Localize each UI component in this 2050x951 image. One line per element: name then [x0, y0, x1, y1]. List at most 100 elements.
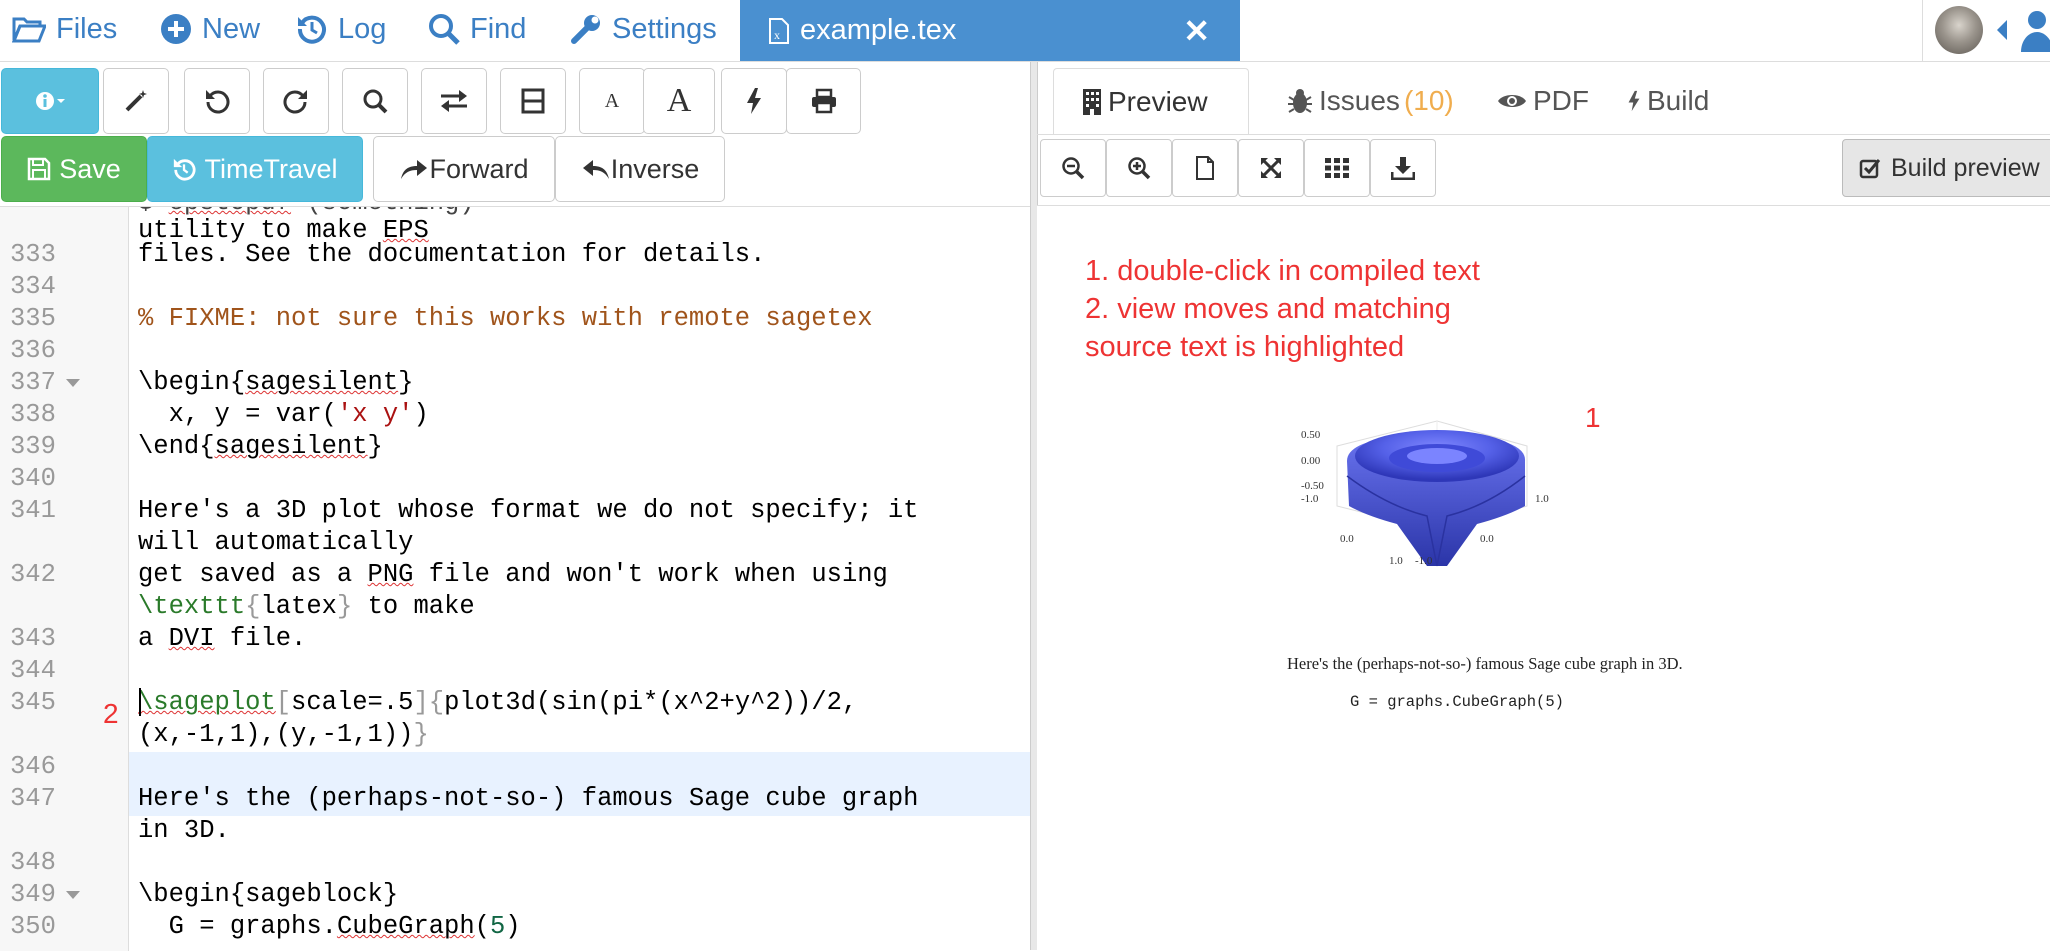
zoom-in-button[interactable]: [1106, 139, 1172, 197]
bolt-icon: [747, 88, 761, 114]
instruction-line: 1. double-click in compiled text: [1085, 255, 1480, 287]
close-tab-icon[interactable]: ✕: [1183, 12, 1210, 50]
nav-find[interactable]: Find: [428, 0, 526, 58]
code-line: 335 % FIXME: not sure this works with re…: [0, 303, 1030, 335]
preview-content[interactable]: 1. double-click in compiled text 2. view…: [1037, 206, 2050, 950]
top-navbar: Files New Log Find Settings x example.te…: [0, 0, 2050, 62]
tab-pdf[interactable]: PDF: [1477, 68, 1607, 134]
preview-pane: Preview Issues (10) PDF Build Build prev…: [1037, 62, 2050, 950]
code-line-wrap: will automatically: [0, 527, 1030, 559]
nav-new[interactable]: New: [160, 0, 260, 58]
search-icon: [363, 89, 388, 114]
avatar[interactable]: [1935, 6, 1983, 54]
timetravel-button[interactable]: TimeTravel: [147, 136, 363, 202]
instructions-annotation: 1. double-click in compiled text 2. view…: [1085, 252, 1480, 366]
font-small-icon: A: [604, 89, 620, 112]
line-number: 339: [10, 432, 56, 461]
inverse-search-button[interactable]: Inverse: [555, 136, 725, 202]
editor-pane: A A Save TimeTravel Forward Inverse $ ep…: [0, 62, 1030, 951]
replace-button[interactable]: [421, 68, 487, 134]
tick-label: 1.0: [1389, 555, 1403, 567]
code-line: 343 a DVI file.: [10, 624, 307, 653]
decrease-font-button[interactable]: A: [579, 68, 645, 134]
user-menu[interactable]: [1922, 0, 2050, 61]
tab-preview[interactable]: Preview: [1053, 68, 1249, 134]
timetravel-label: TimeTravel: [204, 153, 338, 184]
nav-settings-label: Settings: [612, 12, 717, 45]
code-line: 346: [0, 751, 1030, 783]
file-tex-icon: x: [769, 17, 789, 44]
line-text: files. See the documentation for details…: [138, 240, 766, 269]
nav-log[interactable]: Log: [296, 0, 386, 58]
fold-toggle-icon[interactable]: [66, 891, 80, 899]
tick-label: -0.50: [1301, 480, 1324, 492]
line-number: 333: [10, 240, 56, 269]
folder-open-icon: [12, 17, 46, 43]
fold-toggle-icon[interactable]: [66, 379, 80, 387]
info-dropdown-button[interactable]: [1, 68, 99, 134]
floppy-icon: [27, 157, 51, 181]
split-view-button[interactable]: [500, 68, 566, 134]
code-line: 338 x, y = var('x y'): [10, 400, 429, 429]
tab-issues[interactable]: Issues (10): [1265, 68, 1475, 134]
reply-arrow-icon: [582, 160, 609, 179]
forward-search-button[interactable]: Forward: [373, 136, 555, 202]
code-line: 342 get saved as a PNG file and won't wo…: [10, 560, 888, 589]
text-cursor: [139, 688, 141, 716]
tick-label: 0.0: [1340, 533, 1354, 545]
thumbnail-button[interactable]: [1304, 139, 1370, 197]
code-line: 339 \end{sagesilent}: [10, 432, 383, 461]
th-icon: [1325, 158, 1349, 178]
increase-font-button[interactable]: A: [643, 68, 715, 134]
file-icon: [1196, 156, 1214, 180]
instruction-line: 2. view moves and matching: [1085, 293, 1451, 325]
svg-text:x: x: [774, 28, 780, 42]
print-button[interactable]: [786, 68, 861, 134]
line-number: 335: [10, 304, 56, 333]
columns-icon: [521, 88, 545, 114]
zoom-out-button[interactable]: [1040, 139, 1106, 197]
format-button[interactable]: [103, 68, 169, 134]
download-button[interactable]: [1370, 139, 1436, 197]
undo-button[interactable]: [184, 68, 250, 134]
code-line: 341 Here's a 3D plot whose format we do …: [0, 495, 1030, 527]
tick-label: 0.0: [1480, 533, 1494, 545]
redo-button[interactable]: [263, 68, 329, 134]
save-button[interactable]: Save: [1, 136, 147, 202]
tab-build[interactable]: Build: [1609, 68, 1739, 134]
caret-left-icon[interactable]: [1993, 16, 2009, 44]
plot3d-image: 0.50 0.00 -0.50 -1.0 0.0 1.0 -1.0 0.0 1.…: [1277, 406, 1597, 606]
code-line: 347 Here's the (perhaps-not-so-) famous …: [0, 783, 1030, 815]
line-number: 337: [10, 368, 56, 397]
find-button[interactable]: [342, 68, 408, 134]
code-line: 340: [0, 463, 1030, 495]
build-preview-label: Build preview: [1891, 153, 2040, 182]
fit-width-button[interactable]: [1238, 139, 1304, 197]
download-icon: [1391, 157, 1415, 180]
plus-circle-icon: [161, 14, 191, 44]
line-text: \begin{sageblock}: [138, 880, 399, 909]
fit-page-button[interactable]: [1172, 139, 1238, 197]
code-line: 344: [0, 655, 1030, 687]
line-text: will automatically: [138, 528, 414, 557]
nav-settings[interactable]: Settings: [570, 0, 717, 58]
tick-label: -1.0: [1301, 493, 1319, 505]
instruction-line: source text is highlighted: [1085, 331, 1405, 363]
save-label: Save: [59, 153, 121, 184]
redo-icon: [283, 90, 307, 114]
line-text: Here's a 3D plot whose format we do not …: [138, 496, 919, 525]
nav-files[interactable]: Files: [12, 0, 117, 58]
annotation-marker-2: 2: [103, 698, 119, 729]
build-button[interactable]: [721, 68, 787, 134]
nav-find-label: Find: [470, 12, 527, 45]
user-icon[interactable]: [2015, 8, 2050, 52]
line-number: 347: [10, 784, 56, 813]
tick-label: -1.0: [1415, 555, 1433, 567]
code-editor[interactable]: $ epstopdf (something) utility to make E…: [0, 206, 1030, 951]
line-number: 344: [10, 656, 56, 685]
build-preview-toggle[interactable]: Build preview: [1842, 139, 2050, 197]
info-icon: [36, 92, 65, 110]
tick-label: 1.0: [1535, 493, 1549, 505]
file-tab[interactable]: x example.tex ✕: [740, 0, 1240, 61]
expand-icon: [1261, 158, 1281, 178]
